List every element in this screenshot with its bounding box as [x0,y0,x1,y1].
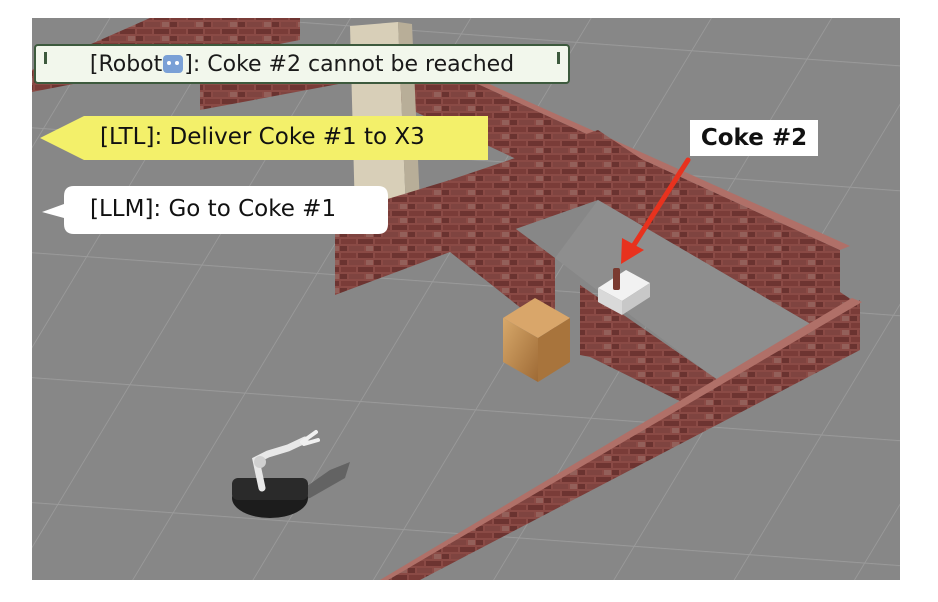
coke-2-label: Coke #2 [690,120,818,156]
banner-right-pin [557,52,560,64]
llm-bubble: [LLM]: Go to Coke #1 [40,184,390,236]
simulation-scene [32,18,900,580]
banner-left-pin [44,52,47,64]
robot-arm-joint [254,456,266,468]
coke-2-text: Coke #2 [700,125,808,151]
coke-can [613,268,620,290]
llm-text: [LLM]: Go to Coke #1 [90,196,337,222]
robot-status-banner: [Robot ]: Coke #2 cannot be reached [34,44,570,84]
banner-prefix: [Robot [89,51,163,77]
robot-emoji-icon [163,55,184,73]
banner-suffix: ]: Coke #2 cannot be reached [184,51,515,77]
ltl-text: [LTL]: Deliver Coke #1 to X3 [100,124,425,150]
robot-base-body [232,478,308,500]
ltl-bubble: [LTL]: Deliver Coke #1 to X3 [40,116,488,160]
